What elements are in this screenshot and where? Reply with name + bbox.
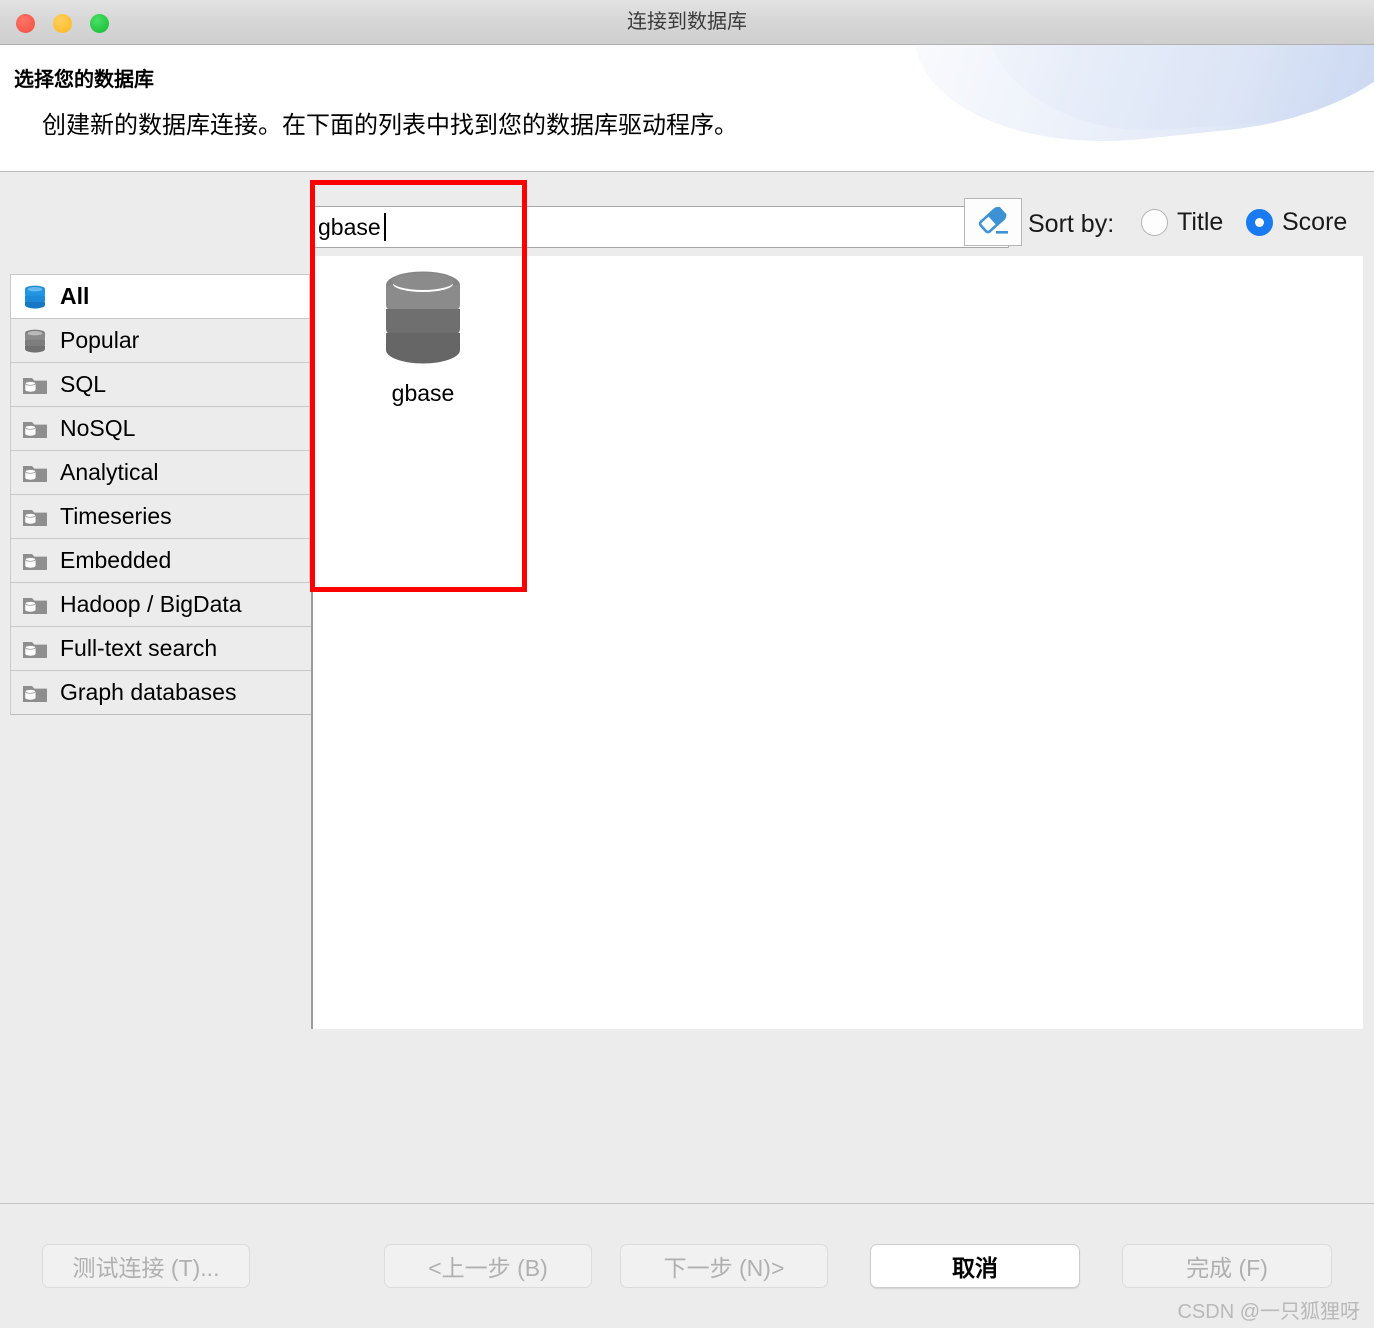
sidebar-item-label: Analytical [60,459,159,485]
sidebar-item-label: All [60,283,90,309]
connect-to-database-dialog: 连接到数据库 选择您的数据库 创建新的数据库连接。在下面的列表中找到您的数据库驱… [0,0,1374,1328]
folder-database-icon [23,685,47,702]
sidebar-item-label: Timeseries [60,503,172,529]
window-titlebar: 连接到数据库 [0,0,1374,45]
driver-item-gbase[interactable]: gbase [333,256,513,407]
dialog-header: 选择您的数据库 创建新的数据库连接。在下面的列表中找到您的数据库驱动程序。 [0,45,1374,172]
sidebar-item-label: Graph databases [60,679,237,705]
sort-by-label: Sort by: [1028,210,1115,238]
sidebar-item-label: Embedded [60,547,172,573]
sidebar-item-label: Hadoop / BigData [60,591,242,617]
sidebar-item-analytical[interactable]: Analytical [10,450,310,495]
search-toolbar: Sort by: Title Score [311,196,1363,248]
text-caret [384,213,386,241]
sidebar-item-hadoop-bigdata[interactable]: Hadoop / BigData [10,582,312,627]
search-input-wrapper[interactable] [311,206,1009,248]
search-input[interactable] [318,207,998,247]
clear-search-button[interactable] [964,198,1022,246]
page-description: 创建新的数据库连接。在下面的列表中找到您的数据库驱动程序。 [42,112,738,139]
folder-database-icon [23,553,47,570]
radio-title-label: Title [1177,208,1224,236]
sidebar-item-label: Full-text search [60,635,218,661]
page-title: 选择您的数据库 [14,69,154,91]
sort-option-score[interactable]: Score [1246,208,1347,237]
dialog-body: Sort by: Title Score All [0,172,1374,1203]
folder-database-icon [23,421,47,438]
database-gray-icon [25,329,45,353]
category-sidebar: All Popular SQL NoSQL Analytical Timeser… [10,274,312,715]
folder-database-icon [23,465,47,482]
radio-title-indicator[interactable] [1141,209,1168,236]
watermark-text: CSDN @一只狐狸呀 [1177,1301,1360,1323]
folder-database-icon [23,377,47,394]
back-button[interactable]: <上一步 (B) [384,1244,592,1288]
window-title: 连接到数据库 [627,11,747,33]
dialog-footer: 测试连接 (T)... <上一步 (B) 下一步 (N)> 取消 完成 (F) [0,1203,1374,1328]
sidebar-item-graph-databases[interactable]: Graph databases [10,670,312,715]
sidebar-item-full-text-search[interactable]: Full-text search [10,626,312,671]
sidebar-item-label: NoSQL [60,415,136,441]
driver-label: gbase [391,380,455,406]
sidebar-item-nosql[interactable]: NoSQL [10,406,310,451]
folder-database-icon [23,641,47,658]
sort-option-title[interactable]: Title [1141,208,1223,237]
sidebar-item-timeseries[interactable]: Timeseries [10,494,310,539]
radio-score-indicator[interactable] [1246,209,1273,236]
radio-score-label: Score [1282,208,1348,236]
sidebar-item-embedded[interactable]: Embedded [10,538,310,583]
driver-icon-holder [333,268,513,372]
sidebar-item-label: Popular [60,327,140,353]
finish-button[interactable]: 完成 (F) [1122,1244,1332,1288]
cancel-button[interactable]: 取消 [870,1244,1080,1288]
driver-results-panel: gbase [311,256,1363,1029]
sidebar-item-label: SQL [60,371,107,397]
folder-database-icon [23,509,47,526]
folder-database-icon [23,597,47,614]
database-blue-icon [25,285,45,309]
sidebar-item-sql[interactable]: SQL [10,362,310,407]
test-connection-button[interactable]: 测试连接 (T)... [42,1244,250,1288]
next-button[interactable]: 下一步 (N)> [620,1244,828,1288]
sidebar-item-popular[interactable]: Popular [10,318,310,363]
database-gray-icon [386,271,460,364]
eraser-icon [978,207,1008,234]
sidebar-item-all[interactable]: All [10,274,310,319]
